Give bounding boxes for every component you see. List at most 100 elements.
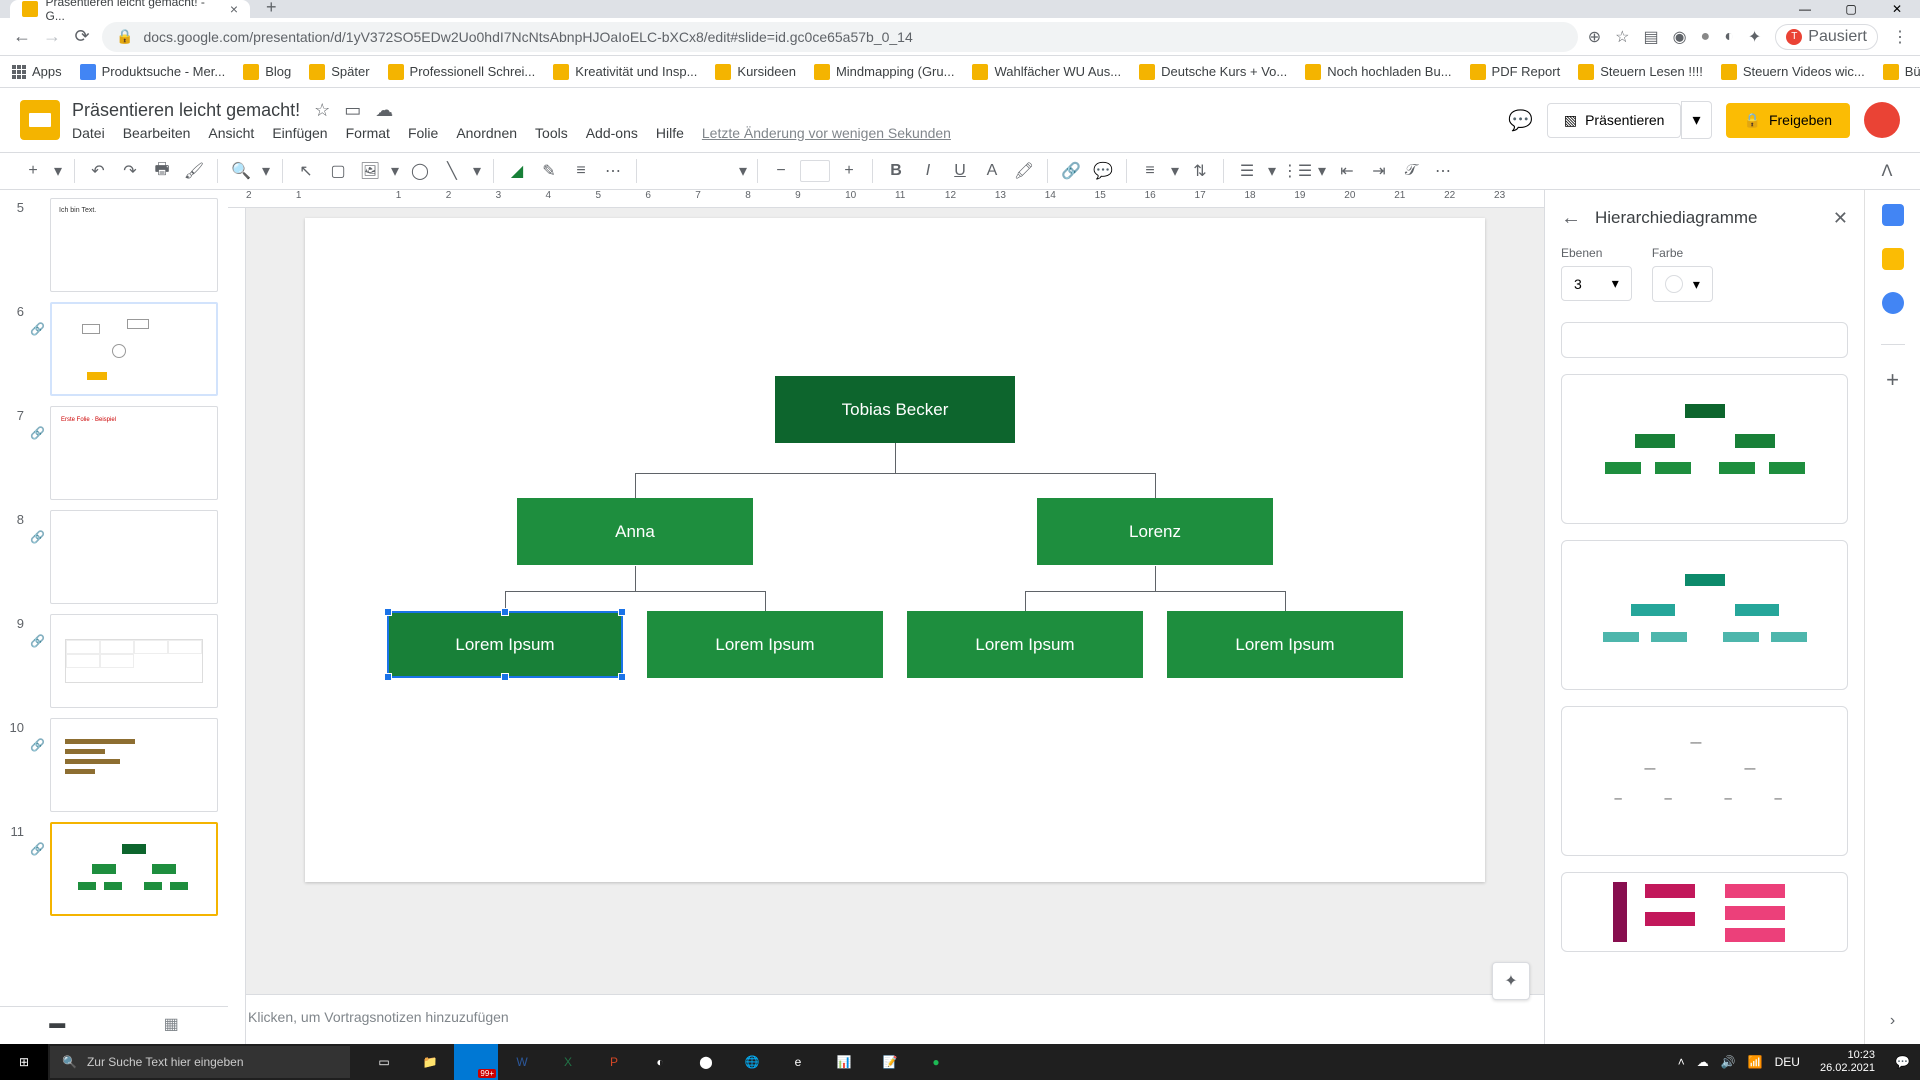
undo-button[interactable]: ↶ xyxy=(85,158,111,184)
menu-datei[interactable]: Datei xyxy=(72,125,105,141)
image-tool[interactable]: 🖼 xyxy=(357,158,383,184)
font-size-decrease[interactable]: − xyxy=(768,158,794,184)
collapse-toolbar-button[interactable]: ᐱ xyxy=(1874,158,1900,184)
underline-button[interactable]: U xyxy=(947,158,973,184)
present-dropdown[interactable]: ▾ xyxy=(1681,101,1711,139)
bookmark-item[interactable]: Später xyxy=(309,64,369,80)
language-indicator[interactable]: DEU xyxy=(1775,1055,1800,1069)
tasks-icon[interactable] xyxy=(1882,292,1904,314)
start-button[interactable]: ⊞ xyxy=(0,1044,48,1080)
zoom-button[interactable]: 🔍 xyxy=(228,158,254,184)
new-tab-button[interactable]: + xyxy=(258,0,285,18)
volume-icon[interactable]: 🔊 xyxy=(1721,1055,1736,1069)
back-arrow-icon[interactable]: ← xyxy=(1561,207,1581,230)
org-level3-box-selected[interactable]: Lorem Ipsum xyxy=(387,611,623,678)
taskbar-search[interactable]: 🔍 Zur Suche Text hier eingeben xyxy=(50,1046,350,1078)
notepad-icon[interactable]: 📝 xyxy=(868,1044,912,1080)
powerpoint-icon[interactable]: P xyxy=(592,1044,636,1080)
menu-format[interactable]: Format xyxy=(346,125,390,141)
present-button[interactable]: ▧ Präsentieren xyxy=(1547,103,1682,138)
bookmark-item[interactable]: Kursideen xyxy=(715,64,796,80)
indent-increase-button[interactable]: ⇥ xyxy=(1366,158,1392,184)
menu-hilfe[interactable]: Hilfe xyxy=(656,125,684,141)
zoom-icon[interactable]: ⊕ xyxy=(1588,27,1601,47)
slide-thumbnail-11[interactable] xyxy=(50,822,218,916)
bookmark-item[interactable]: Produktsuche - Mer... xyxy=(80,64,226,80)
diagram-template[interactable] xyxy=(1561,374,1848,524)
line-dropdown[interactable]: ▾ xyxy=(471,158,483,184)
back-button[interactable]: ← xyxy=(12,26,32,47)
new-slide-dropdown[interactable]: ▾ xyxy=(52,158,64,184)
menu-bearbeiten[interactable]: Bearbeiten xyxy=(123,125,191,141)
diagram-template[interactable] xyxy=(1561,322,1848,358)
org-level3-box[interactable]: Lorem Ipsum xyxy=(907,611,1143,678)
bookmark-item[interactable]: Blog xyxy=(243,64,291,80)
chrome-icon[interactable]: 🌐 xyxy=(730,1044,774,1080)
wifi-icon[interactable]: 📶 xyxy=(1748,1055,1763,1069)
indent-decrease-button[interactable]: ⇤ xyxy=(1334,158,1360,184)
move-icon[interactable]: ▭ xyxy=(344,100,361,121)
shape-tool[interactable]: ◯ xyxy=(407,158,433,184)
font-select[interactable]: ▾ xyxy=(647,158,747,184)
bookmark-item[interactable]: Mindmapping (Gru... xyxy=(814,64,955,80)
keep-icon[interactable] xyxy=(1882,248,1904,270)
bookmark-item[interactable]: Noch hochladen Bu... xyxy=(1305,64,1451,80)
bulleted-list-button[interactable]: ⋮☰ xyxy=(1284,158,1310,184)
slide-thumbnail-5[interactable]: Ich bin Text. xyxy=(50,198,218,292)
select-tool[interactable]: ↖ xyxy=(293,158,319,184)
extension-icon[interactable]: ◉ xyxy=(1673,27,1687,47)
explore-button[interactable]: ✦ xyxy=(1492,962,1530,1000)
slide-canvas[interactable]: Tobias Becker Anna Lorenz Lorem Ipsum Lo… xyxy=(305,218,1485,882)
diagram-template[interactable] xyxy=(1561,540,1848,690)
align-button[interactable]: ≡ xyxy=(1137,158,1163,184)
document-title[interactable]: Präsentieren leicht gemacht! xyxy=(72,100,300,121)
highlight-button[interactable]: 🖍 xyxy=(1011,158,1037,184)
bookmark-item[interactable]: Steuern Lesen !!!! xyxy=(1578,64,1703,80)
share-button[interactable]: 🔒 Freigeben xyxy=(1726,103,1850,138)
diagram-template[interactable] xyxy=(1561,872,1848,952)
edge-icon[interactable]: 99+ xyxy=(454,1044,498,1080)
reader-icon[interactable]: ▤ xyxy=(1643,27,1658,47)
collapse-rail-icon[interactable]: › xyxy=(1890,1012,1895,1030)
numbered-list-button[interactable]: ☰ xyxy=(1234,158,1260,184)
app-icon[interactable]: 📊 xyxy=(822,1044,866,1080)
bookmark-item[interactable]: Professionell Schrei... xyxy=(388,64,536,80)
bookmark-item[interactable]: Büro xyxy=(1883,64,1920,80)
line-spacing-button[interactable]: ⇅ xyxy=(1187,158,1213,184)
slide-thumbnail-6[interactable] xyxy=(50,302,218,396)
link-button[interactable]: 🔗 xyxy=(1058,158,1084,184)
org-level3-box[interactable]: Lorem Ipsum xyxy=(647,611,883,678)
bookmark-item[interactable]: Wahlfächer WU Aus... xyxy=(972,64,1121,80)
slide-thumbnail-8[interactable] xyxy=(50,510,218,604)
line-tool[interactable]: ╲ xyxy=(439,158,465,184)
app-icon[interactable]: ◐ xyxy=(638,1044,682,1080)
more-tools-button[interactable]: ⋯ xyxy=(1430,158,1456,184)
tab-close-icon[interactable]: × xyxy=(230,1,238,17)
print-button[interactable]: 🖶 xyxy=(149,158,175,184)
speaker-notes[interactable]: Klicken, um Vortragsnotizen hinzuzufügen xyxy=(228,994,1544,1044)
notifications-icon[interactable]: 💬 xyxy=(1895,1055,1910,1069)
menu-addons[interactable]: Add-ons xyxy=(586,125,638,141)
bookmark-item[interactable]: Steuern Videos wic... xyxy=(1721,64,1865,80)
maximize-button[interactable]: ▢ xyxy=(1828,0,1874,18)
menu-einfuegen[interactable]: Einfügen xyxy=(272,125,327,141)
explorer-icon[interactable]: 📁 xyxy=(408,1044,452,1080)
border-weight-button[interactable]: ≡ xyxy=(568,158,594,184)
org-level2-box[interactable]: Lorenz xyxy=(1037,498,1273,565)
add-addon-icon[interactable]: + xyxy=(1886,367,1899,393)
org-root-box[interactable]: Tobias Becker xyxy=(775,376,1015,443)
redo-button[interactable]: ↷ xyxy=(117,158,143,184)
grammarly-icon[interactable]: ● xyxy=(1701,28,1711,46)
cloud-status-icon[interactable]: ☁ xyxy=(375,100,393,121)
diagram-template[interactable]: ━━━ ━━━ ━━━ ━━ ━━ ━━ ━━ xyxy=(1561,706,1848,856)
border-dash-button[interactable]: ⋯ xyxy=(600,158,626,184)
bookmark-item[interactable]: PDF Report xyxy=(1470,64,1561,80)
calendar-icon[interactable] xyxy=(1882,204,1904,226)
align-dropdown[interactable]: ▾ xyxy=(1169,158,1181,184)
font-size-input[interactable] xyxy=(800,160,830,182)
chrome-menu-icon[interactable]: ⋮ xyxy=(1892,27,1908,47)
paint-format-button[interactable]: 🖌 xyxy=(181,158,207,184)
filmstrip-view-icon[interactable]: ▬ xyxy=(49,1015,65,1033)
minimize-button[interactable]: — xyxy=(1782,0,1828,18)
grid-view-icon[interactable]: ▦ xyxy=(164,1014,179,1034)
